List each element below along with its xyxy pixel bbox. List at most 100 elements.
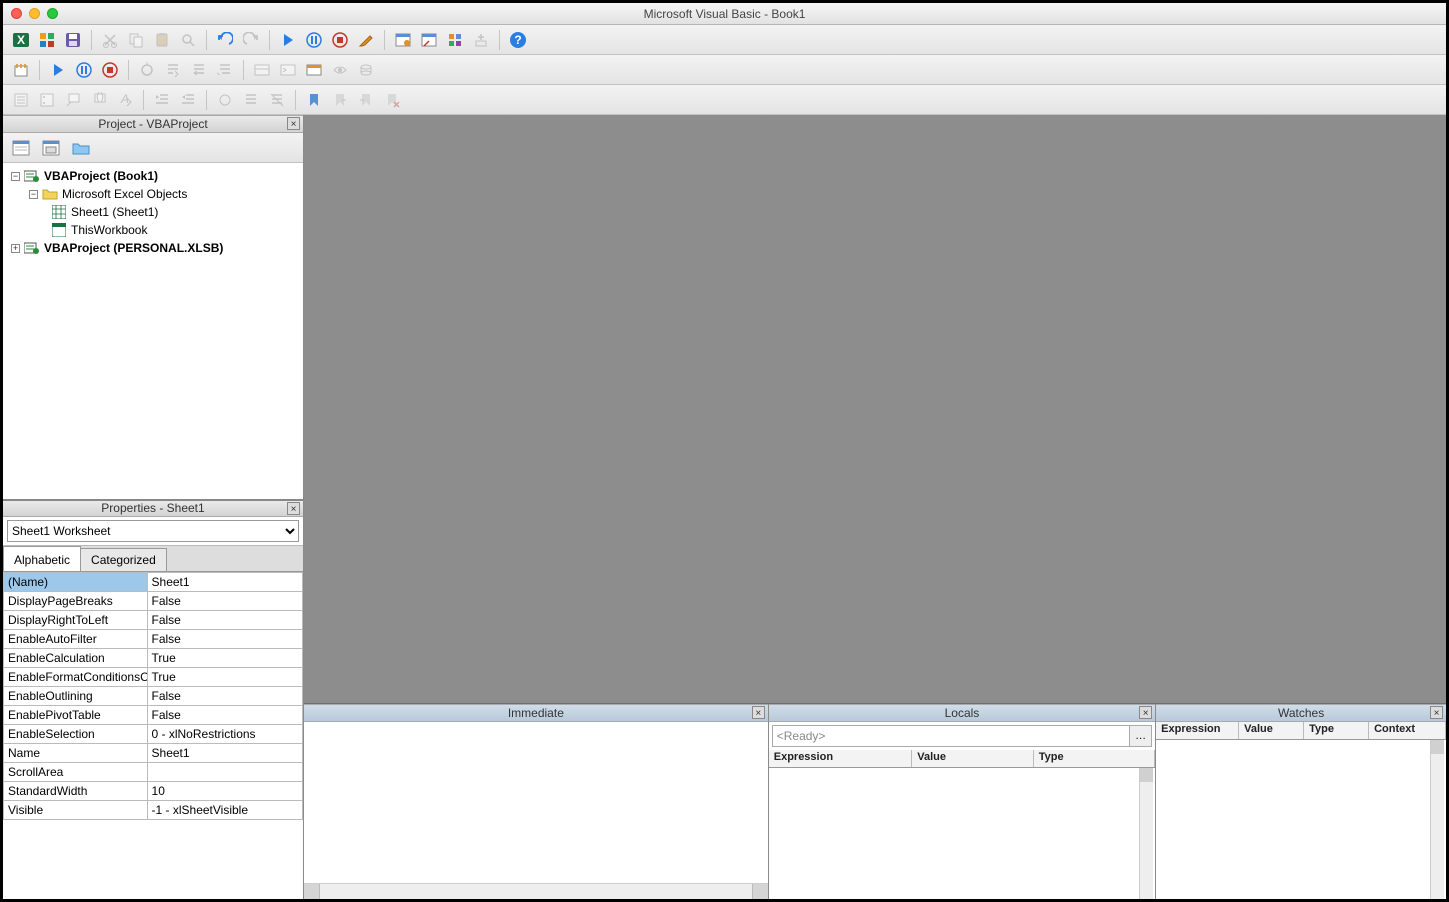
tree-item-thisworkbook[interactable]: ThisWorkbook xyxy=(71,223,147,237)
properties-header: Properties - Sheet1 × xyxy=(3,499,303,517)
folder-icon xyxy=(42,186,58,202)
tab-alphabetic[interactable]: Alphabetic xyxy=(3,546,81,571)
locals-vscroll[interactable] xyxy=(1139,768,1153,899)
quick-watch-button[interactable] xyxy=(328,58,352,82)
cut-button[interactable] xyxy=(98,28,122,52)
immediate-window-button[interactable] xyxy=(276,58,300,82)
locals-window-button[interactable] xyxy=(250,58,274,82)
close-window-button[interactable] xyxy=(11,8,22,19)
project-explorer-button[interactable] xyxy=(391,28,415,52)
run-sub-button[interactable] xyxy=(46,58,70,82)
locals-context-bar: … xyxy=(772,725,1152,747)
tree-item-excel-objects[interactable]: Microsoft Excel Objects xyxy=(62,187,187,201)
watches-vscroll[interactable] xyxy=(1430,740,1444,899)
watches-col-value[interactable]: Value xyxy=(1239,722,1304,739)
undo-button[interactable] xyxy=(213,28,237,52)
break-button[interactable] xyxy=(302,28,326,52)
edit-toolbar: () A xyxy=(3,85,1446,115)
svg-text:(): () xyxy=(96,92,104,103)
properties-close-button[interactable]: × xyxy=(287,502,300,515)
watches-col-context[interactable]: Context xyxy=(1369,722,1446,739)
tree-expand-icon[interactable]: + xyxy=(11,244,20,253)
toggle-breakpoint-button[interactable] xyxy=(135,58,159,82)
parameter-info-button[interactable]: () xyxy=(87,88,111,112)
locals-col-expression[interactable]: Expression xyxy=(769,750,913,767)
clear-bookmarks-button[interactable] xyxy=(380,88,404,112)
call-stack-button[interactable] xyxy=(354,58,378,82)
watches-body[interactable] xyxy=(1156,740,1446,899)
locals-close-button[interactable]: × xyxy=(1139,706,1152,719)
object-browser-button[interactable] xyxy=(443,28,467,52)
pause-button[interactable] xyxy=(72,58,96,82)
compile-button[interactable] xyxy=(9,58,33,82)
maximize-window-button[interactable] xyxy=(47,8,58,19)
prev-bookmark-button[interactable] xyxy=(354,88,378,112)
project-tree[interactable]: − VBAProject (Book1) − Microsoft Excel O… xyxy=(3,163,303,499)
immediate-hscroll[interactable] xyxy=(304,883,768,899)
toolbox-button[interactable] xyxy=(469,28,493,52)
step-over-button[interactable] xyxy=(187,58,211,82)
stop-button[interactable] xyxy=(98,58,122,82)
worksheet-icon xyxy=(51,204,67,220)
indent-button[interactable] xyxy=(150,88,174,112)
paste-button[interactable] xyxy=(150,28,174,52)
copy-button[interactable] xyxy=(124,28,148,52)
tree-collapse-icon[interactable]: − xyxy=(29,190,38,199)
step-into-button[interactable] xyxy=(161,58,185,82)
tree-collapse-icon[interactable]: − xyxy=(11,172,20,181)
toggle-folders-button[interactable] xyxy=(69,136,93,160)
immediate-body[interactable] xyxy=(304,722,768,883)
project-explorer-close-button[interactable]: × xyxy=(287,117,300,130)
uncomment-block-button[interactable] xyxy=(265,88,289,112)
run-button[interactable] xyxy=(276,28,300,52)
list-properties-button[interactable] xyxy=(9,88,33,112)
outdent-button[interactable] xyxy=(176,88,200,112)
locals-header: Locals × xyxy=(769,704,1155,722)
watches-col-expression[interactable]: Expression xyxy=(1156,722,1239,739)
design-mode-button[interactable] xyxy=(354,28,378,52)
properties-window-button[interactable] xyxy=(417,28,441,52)
comment-block-button[interactable] xyxy=(239,88,263,112)
locals-ellipsis-button[interactable]: … xyxy=(1129,726,1151,746)
find-button[interactable] xyxy=(176,28,200,52)
save-button[interactable] xyxy=(61,28,85,52)
properties-object-selector[interactable]: Sheet1 Worksheet xyxy=(7,520,299,542)
locals-body[interactable] xyxy=(769,768,1155,899)
scroll-left-icon[interactable] xyxy=(304,884,320,899)
quick-info-button[interactable] xyxy=(61,88,85,112)
locals-title: Locals xyxy=(945,706,980,720)
locals-col-type[interactable]: Type xyxy=(1034,750,1155,767)
view-excel-button[interactable]: X xyxy=(9,28,33,52)
redo-button[interactable] xyxy=(239,28,263,52)
help-button[interactable]: ? xyxy=(506,28,530,52)
standard-toolbar: X ? xyxy=(3,25,1446,55)
tree-item-vbaproject-book1[interactable]: VBAProject (Book1) xyxy=(44,169,158,183)
locals-col-value[interactable]: Value xyxy=(912,750,1033,767)
watches-col-type[interactable]: Type xyxy=(1304,722,1369,739)
properties-tabs: Alphabetic Categorized xyxy=(3,546,303,572)
view-object-button[interactable] xyxy=(39,136,63,160)
scroll-right-icon[interactable] xyxy=(752,884,768,899)
minimize-window-button[interactable] xyxy=(29,8,40,19)
list-constants-button[interactable] xyxy=(35,88,59,112)
view-code-button[interactable] xyxy=(9,136,33,160)
properties-title: Properties - Sheet1 xyxy=(101,501,204,515)
next-bookmark-button[interactable] xyxy=(328,88,352,112)
reset-button[interactable] xyxy=(328,28,352,52)
complete-word-button[interactable]: A xyxy=(113,88,137,112)
step-out-button[interactable] xyxy=(213,58,237,82)
tab-categorized[interactable]: Categorized xyxy=(80,548,167,571)
watches-close-button[interactable]: × xyxy=(1430,706,1443,719)
tree-item-sheet1[interactable]: Sheet1 (Sheet1) xyxy=(71,205,158,219)
breakpoint-hand-button[interactable] xyxy=(213,88,237,112)
toggle-bookmark-button[interactable] xyxy=(302,88,326,112)
properties-grid[interactable]: (Name)Sheet1 DisplayPageBreaksFalse Disp… xyxy=(3,572,303,900)
tree-item-vbaproject-personal[interactable]: VBAProject (PERSONAL.XLSB) xyxy=(44,241,223,255)
insert-module-button[interactable] xyxy=(35,28,59,52)
locals-context-field[interactable] xyxy=(773,726,1129,746)
locals-columns: Expression Value Type xyxy=(769,750,1155,768)
immediate-close-button[interactable]: × xyxy=(752,706,765,719)
window-title: Microsoft Visual Basic - Book1 xyxy=(3,7,1446,21)
project-explorer-title: Project - VBAProject xyxy=(98,117,207,131)
watch-window-button[interactable] xyxy=(302,58,326,82)
